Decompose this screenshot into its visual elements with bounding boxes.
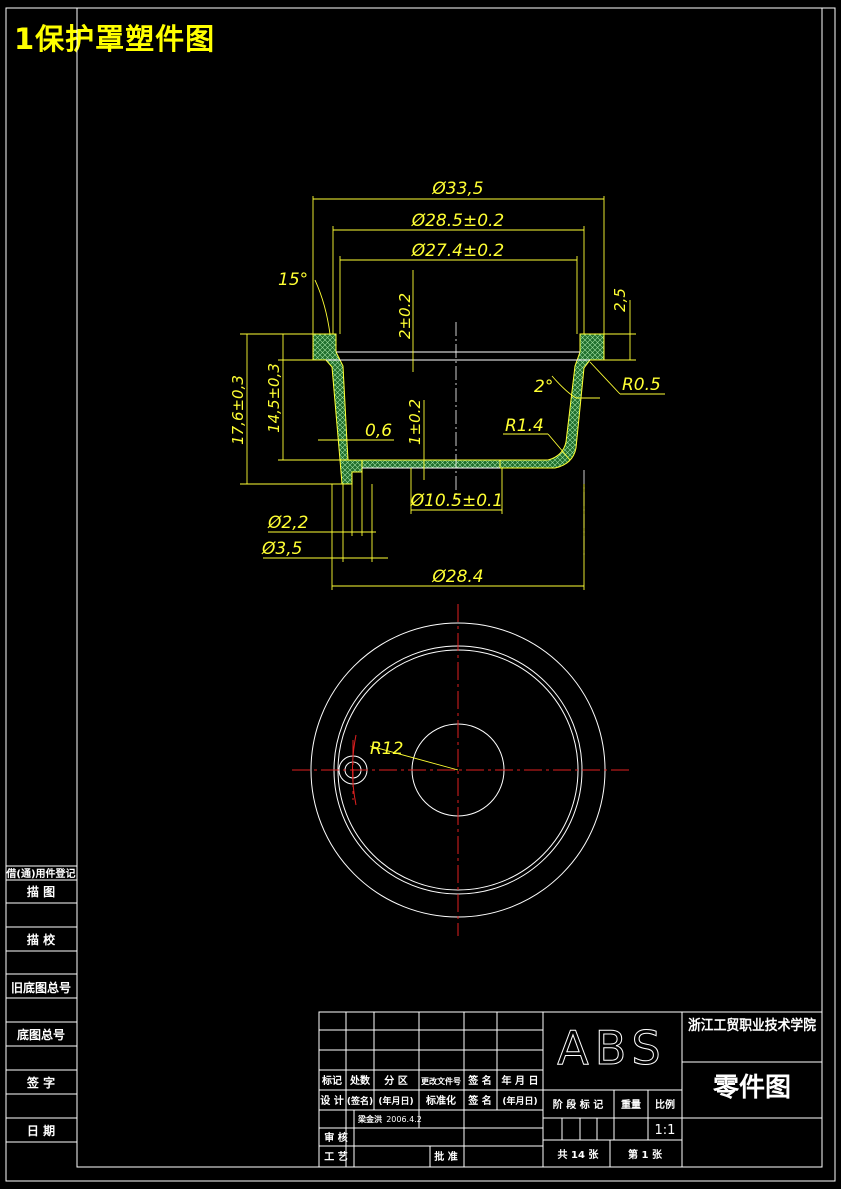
section-right-wall <box>499 333 605 469</box>
drawing-name: 零件图 <box>713 1073 791 1103</box>
sheets-total: 共 14 张 <box>558 1148 600 1161</box>
section-left-wall <box>312 333 363 485</box>
dim-r-1-4: R1.4 <box>505 416 544 436</box>
section-centerlines <box>455 322 585 556</box>
row-date-label2: (年月日) <box>502 1095 537 1107</box>
section-outline <box>326 351 590 469</box>
top-view-centerlines <box>292 604 630 936</box>
row-signature-label: (签名) <box>347 1095 373 1107</box>
hdr-date: 年 月 日 <box>502 1074 539 1087</box>
dim-thickness-1: 1±0.2 <box>406 399 424 445</box>
dim-height-14-5: 14,5±0,3 <box>265 363 283 433</box>
row-sign: 签 名 <box>467 1094 491 1107</box>
material-label: ABS <box>557 1021 666 1075</box>
left-col-tracing: 描 图 <box>27 884 55 899</box>
row-process: 工 艺 <box>324 1150 347 1163</box>
weight-label: 重量 <box>621 1098 641 1111</box>
hdr-sign: 签 名 <box>467 1074 491 1087</box>
designer-name: 梁金洪 <box>357 1114 382 1124</box>
row-approve: 批 准 <box>434 1150 457 1163</box>
dim-height-17-6: 17,6±0,3 <box>229 375 247 445</box>
hdr-zone: 分 区 <box>384 1074 407 1087</box>
dim-inner-top: Ø28.5±0.2 <box>411 211 505 231</box>
dim-diameter-10-5: Ø10.5±0.1 <box>410 491 504 511</box>
dim-angle-2: 2° <box>534 377 553 397</box>
scale-value: 1:1 <box>655 1123 676 1138</box>
dim-diameter-3-5: Ø3,5 <box>261 539 302 559</box>
section-bottom-plate <box>361 459 501 469</box>
dim-r-12: R12 <box>370 739 403 759</box>
stage-mark: 阶 段 标 记 <box>553 1098 603 1111</box>
left-column-grid <box>6 865 77 1143</box>
dim-inner-bottom: Ø27.4±0.2 <box>411 241 505 261</box>
dim-height-2: 2±0.2 <box>396 293 414 339</box>
outer-frame <box>5 7 836 1182</box>
scale-label: 比例 <box>655 1098 675 1111</box>
left-col-date: 日 期 <box>27 1123 55 1138</box>
left-col-checking: 描 校 <box>27 932 56 947</box>
dim-outer-flange: Ø33,5 <box>431 179 483 199</box>
dim-diameter-2-2: Ø2,2 <box>267 513 308 533</box>
school-name: 浙江工贸职业技术学院 <box>688 1017 816 1034</box>
dim-thickness-0-6: 0,6 <box>365 421 392 441</box>
row-review: 审 核 <box>324 1131 347 1144</box>
dim-height-2-5: 2,5 <box>611 288 629 312</box>
dim-r-0-5: R0.5 <box>622 375 661 395</box>
hdr-mark: 标记 <box>321 1074 342 1087</box>
hdr-change-doc: 更改文件号 <box>421 1076 461 1086</box>
dim-angle-15: 15° <box>278 270 308 290</box>
left-col-signature: 签 字 <box>26 1075 55 1090</box>
design-date: 2006.4.2 <box>386 1115 422 1124</box>
dim-diameter-28-4: Ø28.4 <box>431 567 483 587</box>
left-col-base-number: 底图总号 <box>17 1027 65 1042</box>
engineering-drawing: 借(通)用件登记 描 图 描 校 旧底图总号 底图总号 签 字 日 期 Ø33,… <box>5 7 836 1182</box>
sheet-number: 第 1 张 <box>628 1148 663 1161</box>
hdr-count: 处数 <box>349 1074 371 1087</box>
left-col-register: 借(通)用件登记 <box>5 867 75 880</box>
row-standardize: 标准化 <box>425 1094 456 1107</box>
row-date-label: (年月日) <box>378 1095 413 1107</box>
row-design: 设 计 <box>320 1094 343 1107</box>
left-col-old-number: 旧底图总号 <box>11 980 71 995</box>
